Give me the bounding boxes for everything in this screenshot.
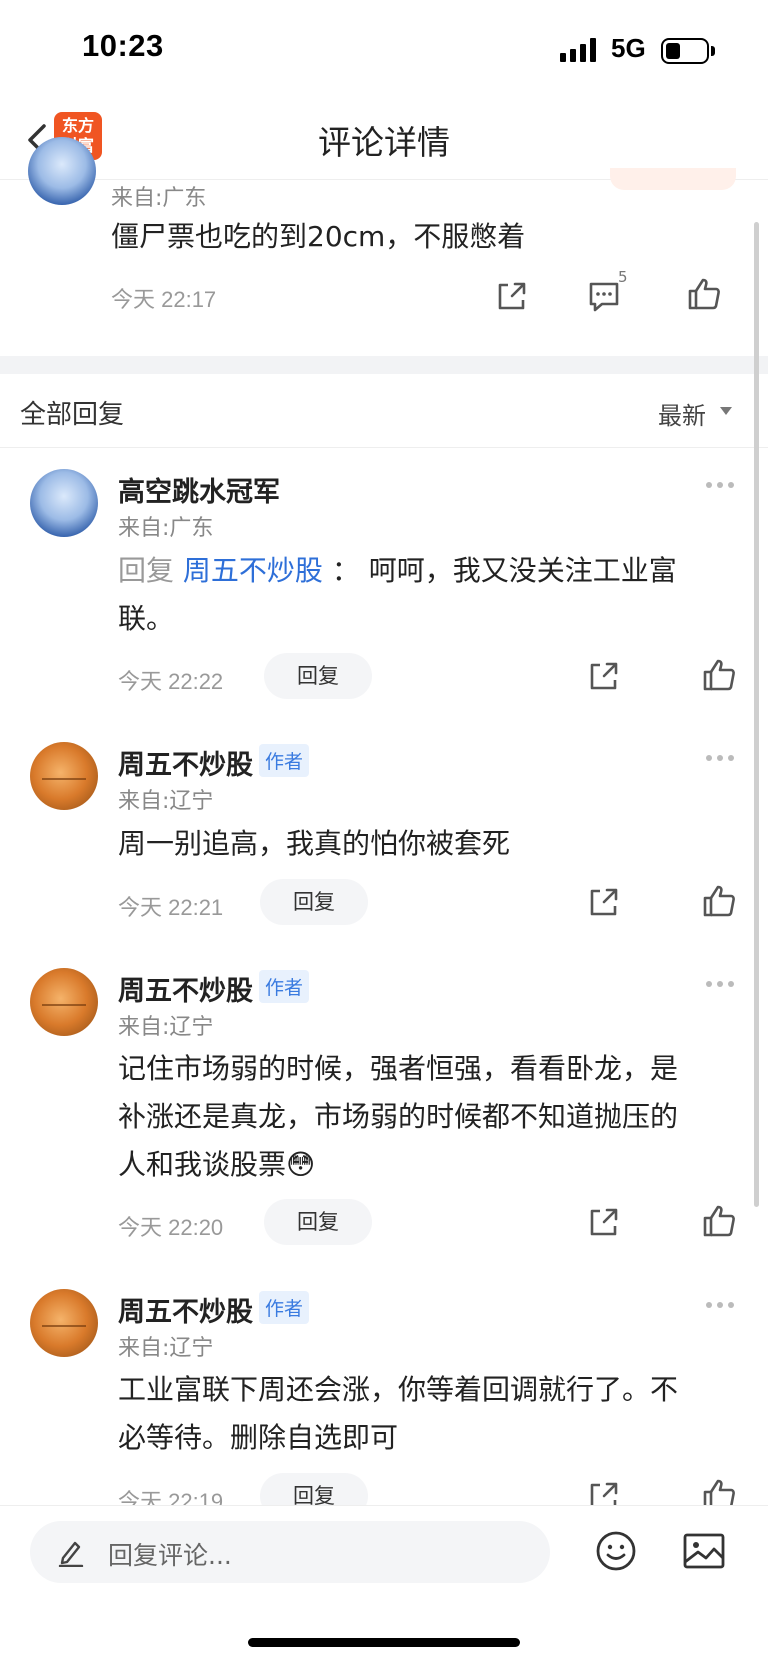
reply-author-name[interactable]: 周五不炒股 [118, 1290, 253, 1329]
image-icon[interactable] [682, 1532, 726, 1570]
emoji-icon[interactable] [595, 1530, 637, 1572]
reply-from: 来自:辽宁 [118, 1336, 214, 1361]
scrollbar[interactable] [754, 222, 759, 1207]
reply-time: 今天 22:19 [118, 1489, 224, 1505]
avatar[interactable] [30, 1289, 98, 1357]
reply-item: 周五不炒股 作者 来自:辽宁 工业富联下周还会涨，你等着回调就行了。不 必等待。… [0, 0, 768, 1505]
home-indicator [248, 1638, 520, 1647]
author-badge: 作者 [259, 1291, 310, 1324]
share-icon[interactable] [586, 1478, 622, 1505]
thumbs-up-icon[interactable] [701, 1477, 737, 1505]
reply-line-2: 必等待。删除自选即可 [118, 1421, 399, 1454]
reply-input-placeholder[interactable]: 回复评论... [108, 1536, 232, 1572]
more-dots-icon[interactable] [706, 1302, 734, 1308]
reply-button[interactable]: 回复 [260, 1473, 368, 1505]
pen-icon [58, 1541, 84, 1567]
reply-content: 工业富联下周还会涨，你等着回调就行了。不 必等待。删除自选即可 [118, 1366, 748, 1462]
reply-line-1: 工业富联下周还会涨，你等着回调就行了。不 [118, 1373, 679, 1406]
